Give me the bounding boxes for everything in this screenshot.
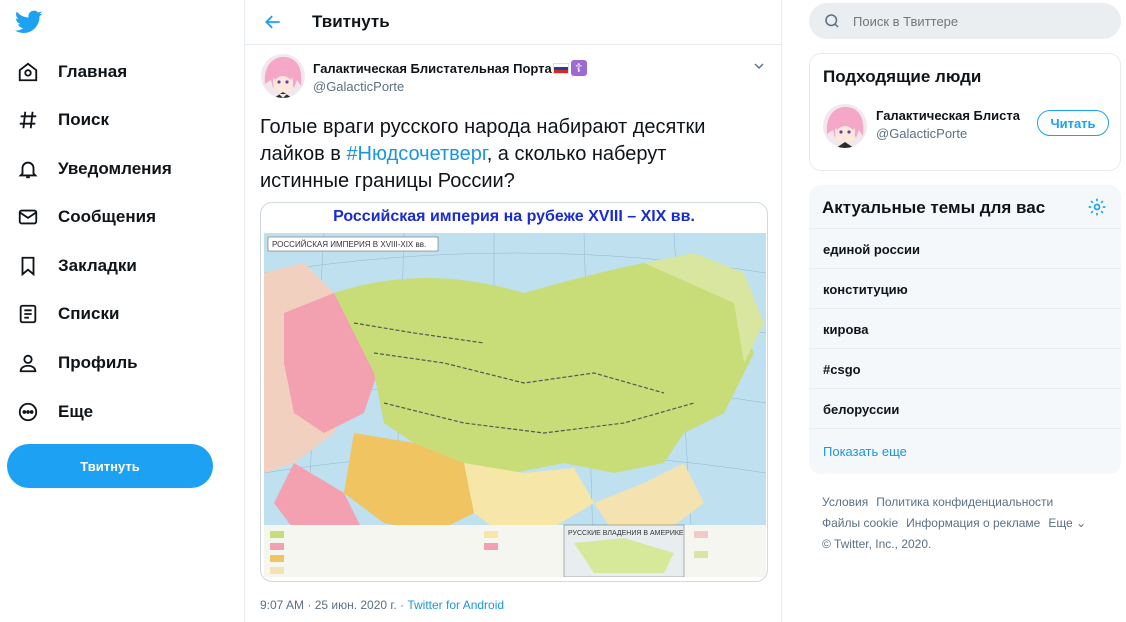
avatar[interactable] xyxy=(261,54,305,98)
bell-icon xyxy=(16,157,40,181)
author-handle[interactable]: @GalacticPorte xyxy=(313,79,404,94)
back-arrow-icon[interactable] xyxy=(262,11,284,33)
trend-item[interactable]: единой россии xyxy=(809,228,1121,268)
right-sidebar: Подходящие люди Галактическая Блиста @Ga… xyxy=(782,0,1126,622)
gear-icon[interactable] xyxy=(1087,197,1107,217)
nav-label: Еще xyxy=(58,402,94,421)
main-column: Твитнуть Галактическая Блистательная Пор… xyxy=(244,0,782,622)
terms-link[interactable]: Условия xyxy=(822,495,868,509)
tweet-button[interactable]: Твитнуть xyxy=(7,444,213,488)
tweet-source-link[interactable]: Twitter for Android xyxy=(407,598,504,612)
search-bar[interactable] xyxy=(809,3,1121,39)
trend-item[interactable]: #csgo xyxy=(809,348,1121,388)
follow-button[interactable]: Читать xyxy=(1037,110,1109,136)
nav-item-notifications[interactable]: Уведомления xyxy=(16,149,172,189)
who-to-follow-card: Подходящие люди Галактическая Блиста @Ga… xyxy=(809,53,1121,171)
page-title: Твитнуть xyxy=(312,12,390,31)
nav-label: Поиск xyxy=(58,110,110,129)
trend-item[interactable]: кирова xyxy=(809,308,1121,348)
nav-item-more[interactable]: Еще xyxy=(16,392,93,432)
more-circle-icon xyxy=(16,400,40,424)
tweet-date[interactable]: 25 июн. 2020 г. xyxy=(315,598,397,612)
more-link[interactable]: Еще ⌄ xyxy=(1048,516,1086,530)
hashtag-icon xyxy=(16,108,40,132)
tweet-author: Галактическая Блистательная Порта ☦ @Gal… xyxy=(261,54,767,102)
hashtag-link[interactable]: #Нюдсочетверг xyxy=(346,143,486,165)
cookies-link[interactable]: Файлы cookie xyxy=(822,516,898,530)
search-icon xyxy=(825,14,839,28)
map-subtitle: РОССИЙСКАЯ ИМПЕРИЯ В XVIII-XIX вв. xyxy=(272,240,426,249)
left-nav: Главная Поиск Уведомления Сообщения Закл… xyxy=(0,0,244,622)
avatar[interactable] xyxy=(823,104,867,148)
trend-label: #csgo xyxy=(823,362,861,377)
nav-label: Закладки xyxy=(58,256,137,275)
trend-label: единой россии xyxy=(823,242,921,257)
nav-label: Списки xyxy=(58,304,120,323)
privacy-link[interactable]: Политика конфиденциальности xyxy=(876,495,1053,509)
trends-card: Актуальные темы для вас единой россии ко… xyxy=(809,185,1121,474)
home-icon xyxy=(16,60,40,84)
more-link-label: Еще xyxy=(1048,516,1073,530)
footer-links: Условия Политика конфиденциальности Файлы… xyxy=(822,492,1122,555)
chevron-down-icon: ⌄ xyxy=(1076,516,1087,530)
trends-title: Актуальные темы для вас xyxy=(822,198,1046,217)
russia-flag-icon xyxy=(552,62,569,74)
suggested-user-handle[interactable]: @GalacticPorte xyxy=(876,126,967,141)
show-more-link[interactable]: Показать еще xyxy=(823,444,907,459)
trend-label: белоруссии xyxy=(823,402,900,417)
tweet-media-image[interactable]: Российская империя на рубеже XVIII – XIX… xyxy=(260,202,768,582)
person-icon xyxy=(16,351,40,375)
twitter-logo-icon[interactable] xyxy=(14,8,44,36)
twitter-app: Главная Поиск Уведомления Сообщения Закл… xyxy=(0,0,1126,622)
search-input[interactable] xyxy=(853,13,1093,29)
nav-item-lists[interactable]: Списки xyxy=(16,294,119,334)
tweet-time[interactable]: 9:07 AM xyxy=(260,598,304,612)
author-name[interactable]: Галактическая Блистательная Порта ☦ xyxy=(313,60,587,76)
ads-info-link[interactable]: Информация о рекламе xyxy=(906,516,1040,530)
who-to-follow-title: Подходящие люди xyxy=(823,67,982,86)
trend-item[interactable]: конституцию xyxy=(809,268,1121,308)
nav-item-bookmarks[interactable]: Закладки xyxy=(16,246,137,286)
page-header: Твитнуть xyxy=(245,0,781,45)
nav-label: Сообщения xyxy=(58,207,156,226)
map-inset-title: РУССКИЕ ВЛАДЕНИЯ В АМЕРИКЕ xyxy=(568,530,684,537)
tweet-text: Голые враги русского народа набирают дес… xyxy=(260,114,740,195)
nav-item-messages[interactable]: Сообщения xyxy=(16,197,156,237)
nav-item-home[interactable]: Главная xyxy=(16,52,127,92)
nav-label: Главная xyxy=(58,62,128,81)
envelope-icon xyxy=(16,205,40,229)
copyright: © Twitter, Inc., 2020. xyxy=(822,537,932,551)
nav-item-explore[interactable]: Поиск xyxy=(16,100,109,140)
orthodox-cross-icon: ☦ xyxy=(570,60,587,76)
tweet-meta: 9:07 AM · 25 июн. 2020 г. · Twitter for … xyxy=(260,598,505,612)
author-name-text: Галактическая Блистательная Порта xyxy=(313,60,552,76)
nav-item-profile[interactable]: Профиль xyxy=(16,343,138,383)
bookmark-icon xyxy=(16,254,40,278)
list-icon xyxy=(16,302,40,326)
nav-label: Профиль xyxy=(58,353,138,372)
suggested-user-name[interactable]: Галактическая Блиста xyxy=(876,108,1020,123)
nav-label: Уведомления xyxy=(58,159,172,178)
map-illustration: РОССИЙСКАЯ ИМПЕРИЯ В XVIII-XIX вв. РУССК… xyxy=(264,233,766,577)
map-title: Российская империя на рубеже XVIII – XIX… xyxy=(333,208,695,225)
trend-item[interactable]: белоруссии xyxy=(809,388,1121,428)
chevron-down-icon[interactable] xyxy=(751,58,767,74)
trend-label: конституцию xyxy=(823,282,908,297)
trend-label: кирова xyxy=(823,322,869,337)
